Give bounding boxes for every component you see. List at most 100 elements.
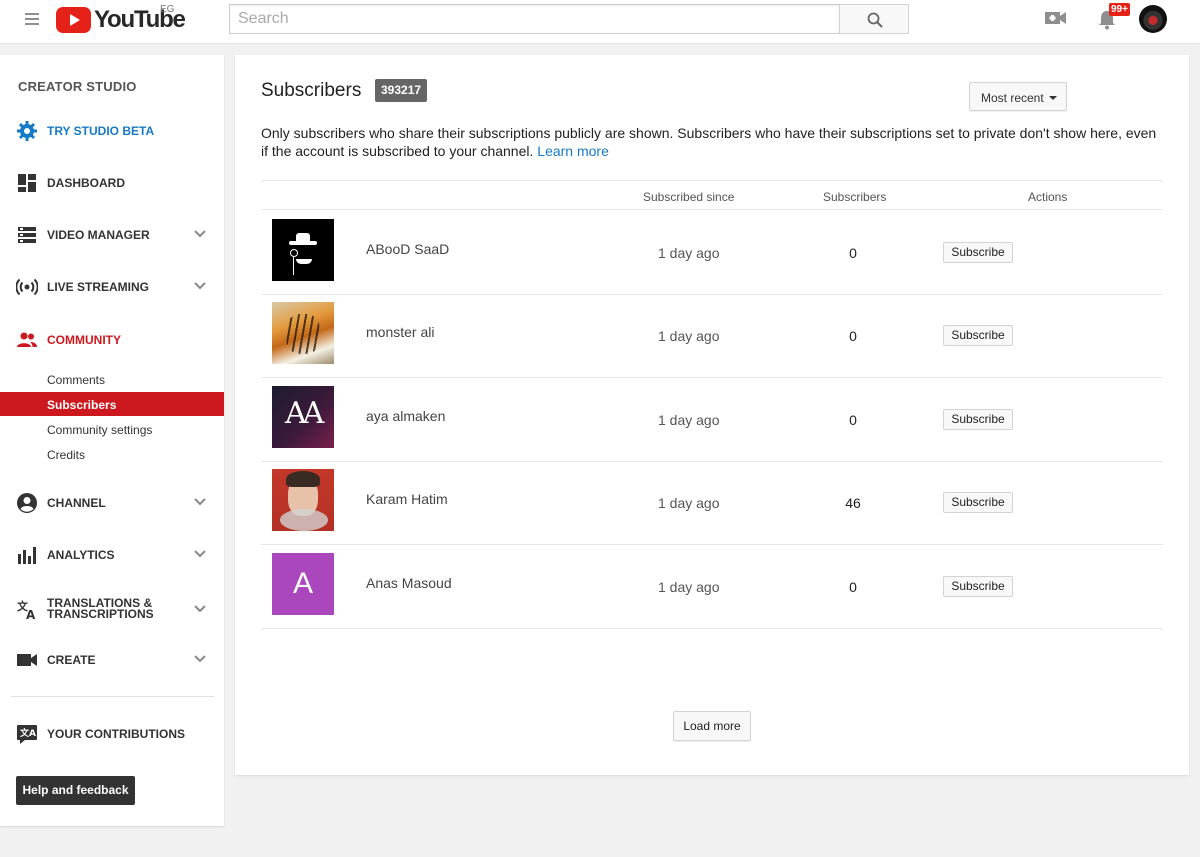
subscriber-name[interactable]: aya almaken	[366, 408, 445, 424]
sidebar-sub-credits[interactable]: Credits	[0, 442, 224, 466]
video-camera-icon	[17, 654, 37, 666]
sidebar-item-translations[interactable]: 文A TRANSLATIONS & TRANSCRIPTIONS	[0, 592, 224, 626]
sidebar-item-create[interactable]: CREATE	[0, 645, 224, 675]
sidebar-sub-label: Credits	[47, 448, 86, 462]
sidebar-divider	[11, 696, 214, 697]
sort-dropdown[interactable]: Most recent	[969, 82, 1067, 111]
search-icon	[867, 12, 883, 28]
sidebar-item-try-beta[interactable]: TRY STUDIO BETA	[0, 116, 224, 146]
svg-text:A: A	[26, 608, 36, 620]
sidebar-item-label: DASHBOARD	[47, 176, 125, 190]
notifications-button[interactable]: 99+	[1096, 3, 1132, 34]
avatar[interactable]: A	[272, 553, 334, 615]
caret-down-icon	[1049, 96, 1057, 100]
live-streaming-icon	[16, 278, 38, 296]
sidebar-item-label: CHANNEL	[47, 496, 106, 510]
subscriber-name[interactable]: ABooD SaaD	[366, 241, 449, 257]
table-header: Subscribed since Subscribers Actions	[261, 180, 1163, 210]
sidebar-sub-label: Comments	[47, 373, 106, 387]
subscriber-count: 0	[849, 412, 857, 428]
dashboard-icon	[18, 174, 36, 192]
sidebar-item-label: YOUR CONTRIBUTIONS	[47, 727, 185, 741]
avatar[interactable]	[272, 469, 334, 531]
analytics-icon	[18, 547, 36, 564]
sidebar-item-community[interactable]: COMMUNITY	[0, 325, 224, 355]
sidebar-item-dashboard[interactable]: DASHBOARD	[0, 168, 224, 198]
subscriber-count: 0	[849, 328, 857, 344]
svg-text:文A: 文A	[19, 727, 36, 739]
table-row: ABooD SaaD 1 day ago 0 Subscribe	[261, 211, 1163, 295]
main-content: Subscribers 393217 Most recent Only subs…	[235, 55, 1189, 775]
subscriber-count: 0	[849, 245, 857, 261]
sidebar-sub-community-settings[interactable]: Community settings	[0, 417, 224, 441]
chevron-down-icon	[194, 282, 206, 290]
subscribed-since: 1 day ago	[658, 328, 720, 344]
sidebar-item-label: VIDEO MANAGER	[47, 228, 150, 242]
search-box	[229, 4, 840, 34]
sidebar-item-analytics[interactable]: ANALYTICS	[0, 540, 224, 570]
table-row: monster ali 1 day ago 0 Subscribe	[261, 294, 1163, 378]
contributions-icon: 文A	[17, 725, 37, 744]
sidebar-item-label: COMMUNITY	[47, 333, 121, 347]
upload-video-icon[interactable]	[1045, 10, 1067, 31]
chevron-down-icon	[194, 550, 206, 558]
subscriber-count: 46	[845, 495, 861, 511]
subscribe-button[interactable]: Subscribe	[943, 325, 1013, 346]
sidebar-item-video-manager[interactable]: VIDEO MANAGER	[0, 220, 224, 250]
chevron-down-icon	[194, 230, 206, 238]
subscriber-name[interactable]: monster ali	[366, 324, 434, 340]
menu-icon[interactable]	[25, 13, 39, 25]
account-avatar[interactable]	[1139, 5, 1167, 33]
translate-icon: 文A	[17, 599, 36, 620]
sidebar-item-label: ANALYTICS	[47, 548, 115, 562]
chevron-down-icon	[194, 498, 206, 506]
subscriber-name[interactable]: Karam Hatim	[366, 491, 448, 507]
learn-more-link[interactable]: Learn more	[537, 143, 609, 159]
youtube-play-icon	[56, 7, 91, 33]
sidebar-item-label: LIVE STREAMING	[47, 280, 150, 294]
community-icon	[17, 332, 37, 347]
sidebar-item-your-contributions[interactable]: 文A YOUR CONTRIBUTIONS	[0, 719, 224, 749]
sort-label: Most recent	[981, 91, 1044, 105]
subscriber-count: 0	[849, 579, 857, 595]
subscribe-button[interactable]: Subscribe	[943, 409, 1013, 430]
help-feedback-button[interactable]: Help and feedback	[16, 776, 135, 805]
avatar[interactable]	[272, 302, 334, 364]
gear-icon	[17, 121, 37, 141]
column-subscribers: Subscribers	[823, 190, 887, 204]
sidebar: CREATOR STUDIO TRY STUDIO BETA DASHBOARD…	[0, 55, 224, 826]
description-text: Only subscribers who share their subscri…	[261, 125, 1157, 159]
sidebar-item-label: TRANSCRIPTIONS	[47, 607, 154, 621]
avatar[interactable]: AA	[272, 386, 334, 448]
avatar[interactable]	[272, 219, 334, 281]
subscriber-name[interactable]: Anas Masoud	[366, 575, 452, 591]
sidebar-sub-comments[interactable]: Comments	[0, 367, 224, 391]
subscribed-since: 1 day ago	[658, 245, 720, 261]
sidebar-title: CREATOR STUDIO	[18, 79, 137, 94]
subscribe-button[interactable]: Subscribe	[943, 242, 1013, 263]
search-button[interactable]	[839, 4, 909, 34]
video-manager-icon	[18, 227, 36, 243]
sidebar-item-label: CREATE	[47, 653, 96, 667]
sidebar-item-channel[interactable]: CHANNEL	[0, 488, 224, 518]
channel-icon	[17, 493, 37, 513]
top-bar: YouTube EG 99+	[0, 0, 1200, 44]
sidebar-sub-label: Community settings	[47, 423, 153, 437]
chevron-down-icon	[194, 655, 206, 663]
sidebar-sub-subscribers[interactable]: Subscribers	[0, 392, 224, 416]
load-more-button[interactable]: Load more	[673, 711, 751, 741]
subscriber-count-badge: 393217	[375, 79, 428, 102]
table-row: A Anas Masoud 1 day ago 0 Subscribe	[261, 545, 1163, 629]
description: Only subscribers who share their subscri…	[261, 124, 1166, 160]
sidebar-item-label: TRY STUDIO BETA	[47, 124, 155, 138]
column-actions: Actions	[1028, 190, 1068, 204]
subscribed-since: 1 day ago	[658, 579, 720, 595]
subscribe-button[interactable]: Subscribe	[943, 576, 1013, 597]
search-input[interactable]	[230, 5, 839, 33]
logo-region: EG	[160, 4, 175, 15]
subscribe-button[interactable]: Subscribe	[943, 492, 1013, 513]
column-subscribed-since: Subscribed since	[643, 190, 735, 204]
sidebar-sub-label: Subscribers	[47, 398, 117, 412]
sidebar-item-live-streaming[interactable]: LIVE STREAMING	[0, 272, 224, 302]
chevron-down-icon	[194, 605, 206, 613]
